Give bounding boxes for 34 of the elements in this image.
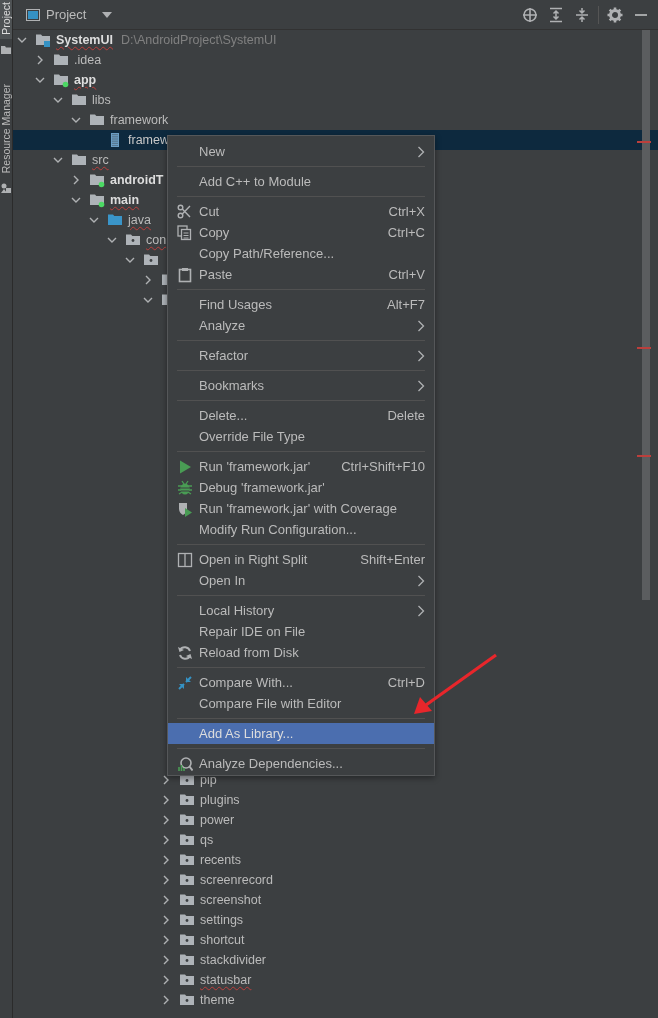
menu-item-label: Add As Library...: [199, 726, 295, 741]
menu-item-label: Debug 'framework.jar': [199, 480, 326, 495]
menu-item-label: Open in Right Split: [199, 552, 309, 567]
menu-item-label: Refactor: [199, 348, 250, 363]
menu-item-label: Override File Type: [199, 429, 306, 444]
menu-item-label: Compare With...: [199, 675, 294, 690]
shortcut-label: Ctrl+D: [387, 675, 425, 690]
menu-item-label: Copy Path/Reference...: [199, 246, 336, 261]
shortcut-label: Delete: [387, 408, 425, 423]
shortcut-label: Ctrl+X: [388, 204, 425, 219]
menu-item-label: Bookmarks: [199, 378, 266, 393]
menu-item-label: New: [199, 144, 226, 159]
menu-item-label: Cut: [199, 204, 221, 219]
menu-item-label: Analyze Dependencies...: [199, 756, 344, 771]
menu-item-label: Add C++ to Module: [199, 174, 313, 189]
menu-item-label: Find Usages: [199, 297, 273, 312]
shortcut-label: Alt+F7: [387, 297, 425, 312]
menu-item-label: Reload from Disk: [199, 645, 300, 660]
project-path: D:\AndroidProject\SystemUI: [121, 33, 277, 47]
menu-item-label: Delete...: [199, 408, 249, 423]
menu-item-label: Copy: [199, 225, 231, 240]
shortcut-label: Shift+Enter: [360, 552, 425, 567]
menu-item-label: Analyze: [199, 318, 247, 333]
menu-item-label: Compare File with Editor: [199, 696, 343, 711]
menu-item-label: Modify Run Configuration...: [199, 522, 358, 537]
menu-item-label: Run 'framework.jar': [199, 459, 312, 474]
menu-item-label: Repair IDE on File: [199, 624, 307, 639]
shortcut-label: Ctrl+C: [387, 225, 425, 240]
menu-item-label: Run 'framework.jar' with Coverage: [199, 501, 398, 516]
menu-item-label: Paste: [199, 267, 234, 282]
menu-item-label: Open In: [199, 573, 247, 588]
shortcut-label: Ctrl+V: [388, 267, 425, 282]
shortcut-label: Ctrl+Shift+F10: [341, 459, 425, 474]
menu-item-label: Local History: [199, 603, 276, 618]
